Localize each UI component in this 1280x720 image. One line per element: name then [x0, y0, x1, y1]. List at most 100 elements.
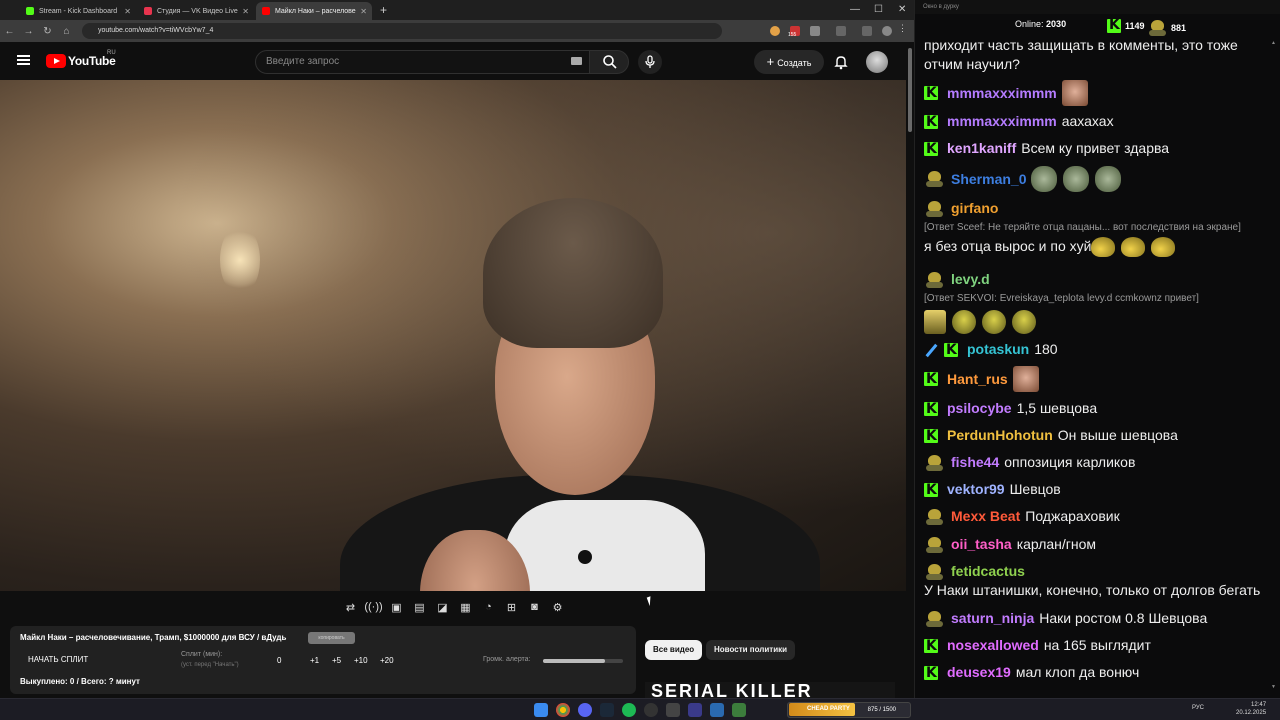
tab-strip: Stream - Kick Dashboard ✕ Студия — VK Ви…: [0, 0, 914, 20]
step-plus-5-button[interactable]: +5: [332, 656, 341, 665]
tools-icon[interactable]: [732, 703, 746, 717]
keyboard-icon[interactable]: [571, 57, 582, 65]
mic-button[interactable]: [638, 50, 662, 74]
volume-slider-fill: [543, 659, 605, 663]
sidebar-icon[interactable]: [862, 26, 872, 36]
add-clip-icon[interactable]: ⊞: [501, 598, 522, 616]
tab-youtube-video[interactable]: Майкл Наки – расчелове ✕: [256, 2, 372, 20]
steam-icon[interactable]: [600, 703, 614, 717]
split-hint: (уст. перед "Начать"): [181, 662, 239, 668]
video-thumbnail[interactable]: SERIAL KILLER: [645, 682, 895, 698]
close-tab-icon[interactable]: ✕: [242, 7, 249, 16]
create-button[interactable]: + Создать: [754, 50, 824, 74]
tab-vk-studio[interactable]: Студия — VK Видео Live ✕: [138, 2, 254, 20]
chat-username[interactable]: Hant_rus: [947, 370, 1008, 389]
chat-username[interactable]: PerdunHohotun: [947, 426, 1053, 445]
clapperboard-icon[interactable]: ▤: [409, 598, 430, 616]
page-scroll-thumb[interactable]: [908, 48, 912, 132]
chat-username[interactable]: saturn_ninja: [951, 609, 1034, 628]
tab-kick-dashboard[interactable]: Stream - Kick Dashboard ✕: [20, 2, 136, 20]
camera-icon[interactable]: ◙: [524, 598, 545, 616]
puzzle-icon[interactable]: [810, 26, 820, 36]
obs-icon[interactable]: [644, 703, 658, 717]
chip-all-videos[interactable]: Все видео: [645, 640, 703, 660]
alpaca-emote-icon: [924, 310, 946, 334]
home-icon[interactable]: ⌂: [57, 26, 76, 37]
chat-scrollbar[interactable]: [1271, 40, 1277, 690]
speed-icon[interactable]: ◔: [478, 598, 499, 616]
gear-icon[interactable]: ⚙: [547, 598, 568, 616]
account-icon[interactable]: [882, 26, 892, 36]
back-icon[interactable]: ←: [0, 26, 19, 37]
chat-username[interactable]: ken1kaniff: [947, 139, 1016, 158]
chat-message-text: Наки ростом 0.8 Шевцова: [1039, 610, 1208, 626]
chat-username[interactable]: fetidcactus: [951, 562, 1025, 581]
chat-username[interactable]: deusex19: [947, 663, 1011, 682]
menu-icon[interactable]: [17, 55, 30, 65]
chat-username[interactable]: oii_tasha: [951, 535, 1012, 554]
youtube-logo[interactable]: YouTube: [46, 54, 116, 68]
page-scrollbar[interactable]: [906, 42, 914, 698]
chat-username[interactable]: levy.d: [951, 270, 990, 289]
search-button[interactable]: [589, 50, 629, 74]
chat-reply-quote[interactable]: [Ответ Sceef: Не теряйте отца пацаны... …: [924, 218, 1241, 237]
spotify-icon[interactable]: [622, 703, 636, 717]
window-app-icon[interactable]: [710, 703, 724, 717]
volume-label: Громк. алерта:: [483, 656, 531, 663]
download-icon[interactable]: [836, 26, 846, 36]
start-split-button[interactable]: НАЧАТЬ СПЛИТ: [28, 655, 88, 664]
frames-icon[interactable]: ▦: [455, 598, 476, 616]
chip-politics-news[interactable]: Новости политики: [706, 640, 796, 660]
chat-username[interactable]: girfano: [951, 199, 998, 218]
chat-username[interactable]: potaskun: [967, 340, 1029, 359]
chat-username[interactable]: fishe44: [951, 453, 999, 472]
step-plus-1-button[interactable]: +1: [310, 656, 319, 665]
chat-username[interactable]: mmmaxxximmm: [947, 84, 1057, 103]
close-tab-icon[interactable]: ✕: [124, 7, 131, 16]
chat-message: oii_tasha карлан/гном: [924, 535, 1264, 554]
new-tab-icon[interactable]: +: [380, 3, 387, 17]
step-plus-10-button[interactable]: +10: [354, 656, 368, 665]
reload-icon[interactable]: ↻: [38, 26, 57, 37]
chrome-icon[interactable]: [556, 703, 570, 717]
chat-username[interactable]: mmmaxxximmm: [947, 112, 1057, 131]
loop-icon[interactable]: ⇄: [340, 598, 361, 616]
kick-badge-icon: [924, 113, 938, 132]
chat-message: vektor99Шевцов: [924, 480, 1264, 500]
bell-icon[interactable]: [833, 54, 849, 70]
step-plus-20-button[interactable]: +20: [380, 656, 394, 665]
windows-start-icon[interactable]: [534, 703, 548, 717]
chat-username[interactable]: vektor99: [947, 480, 1005, 499]
watch-later-icon[interactable]: ▣: [386, 598, 407, 616]
address-bar: ← → ↻ ⌂ youtube.com/watch?v=tiWVcbYw7_4 …: [0, 20, 914, 42]
app-icon[interactable]: [666, 703, 680, 717]
chat-reply-quote[interactable]: [Ответ SEKVOI: Evreiskaya_teplota levy.d…: [924, 289, 1199, 308]
language-indicator[interactable]: РУС: [1192, 705, 1204, 711]
menu-dots-icon[interactable]: ⋮: [898, 23, 908, 33]
media-icon[interactable]: [688, 703, 702, 717]
clock[interactable]: 12:47 20.12.2025: [1236, 701, 1266, 717]
close-window-icon[interactable]: ✕: [898, 4, 906, 15]
chat-username[interactable]: psilocybe: [947, 399, 1012, 418]
pepe-emote-icon: [1012, 310, 1036, 334]
maximize-icon[interactable]: ☐: [874, 4, 883, 15]
picture-in-picture-icon[interactable]: ◪: [432, 598, 453, 616]
close-tab-icon[interactable]: ✕: [360, 7, 367, 16]
lapel-mic: [578, 550, 592, 564]
split-value[interactable]: 0: [277, 656, 281, 665]
chat-username[interactable]: Sherman_0: [951, 170, 1026, 189]
minimize-icon[interactable]: —: [850, 4, 860, 15]
search-input[interactable]: Введите запрос: [255, 50, 592, 74]
kick-badge-icon: [944, 341, 958, 360]
profile-ext-icon[interactable]: [770, 26, 780, 36]
broadcast-icon[interactable]: ((·)): [363, 598, 384, 616]
video-player[interactable]: [0, 80, 906, 591]
chat-username[interactable]: Mexx Beat: [951, 507, 1020, 526]
copy-button[interactable]: копировать: [308, 632, 355, 644]
chat-username[interactable]: nosexallowed: [947, 636, 1039, 655]
vk-favicon-icon: [144, 7, 152, 15]
url-field[interactable]: youtube.com/watch?v=tiWVcbYw7_4: [82, 23, 722, 39]
avatar[interactable]: [866, 51, 888, 73]
forward-icon[interactable]: →: [19, 26, 38, 37]
discord-icon[interactable]: [578, 703, 592, 717]
